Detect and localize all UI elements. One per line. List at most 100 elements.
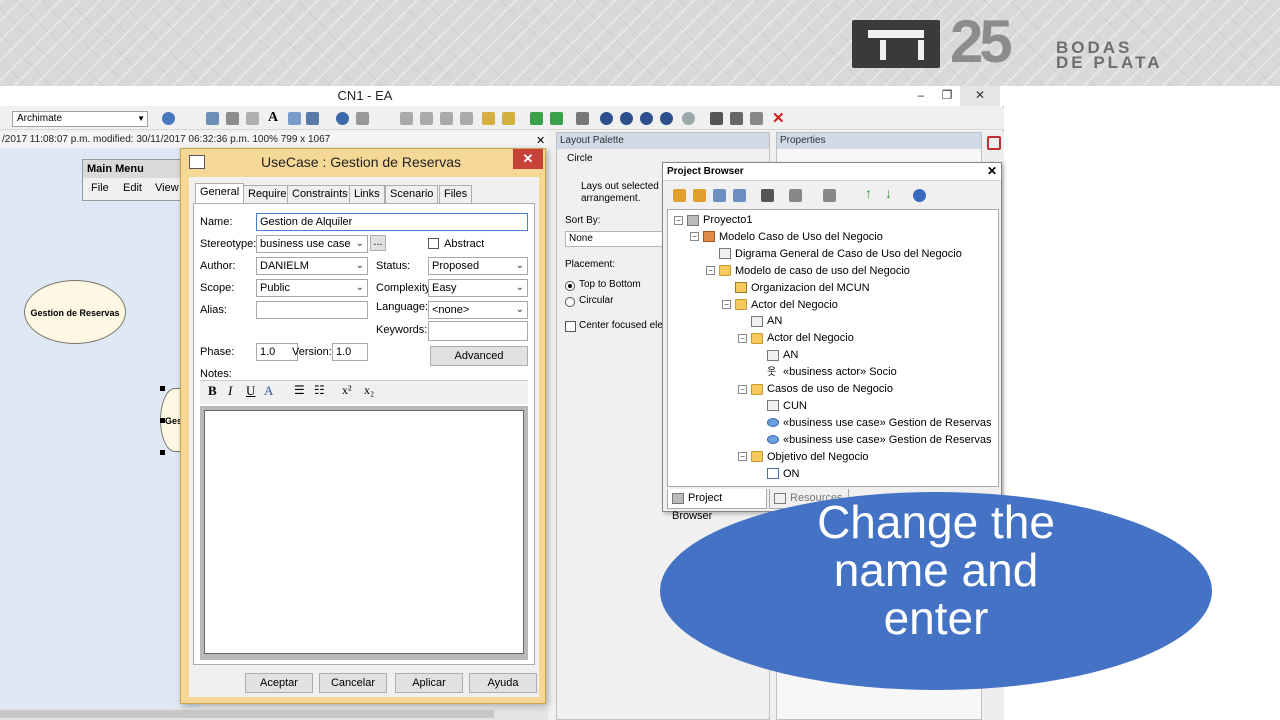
collapse-toggle-icon[interactable]: − bbox=[706, 266, 715, 276]
collapse-toggle-icon[interactable]: − bbox=[722, 300, 731, 310]
print-icon[interactable] bbox=[576, 112, 589, 125]
superscript-icon[interactable]: x² bbox=[342, 383, 352, 398]
tree-item[interactable]: ON bbox=[754, 466, 800, 482]
version-input[interactable]: 1.0 bbox=[332, 343, 368, 361]
subscript-icon[interactable]: x₂ bbox=[364, 383, 374, 398]
horizontal-scrollbar[interactable] bbox=[0, 708, 548, 720]
view-icon[interactable] bbox=[823, 189, 836, 202]
tab-scenario[interactable]: Scenario bbox=[385, 185, 439, 203]
group-icon-1[interactable] bbox=[482, 112, 495, 125]
technology-select[interactable]: Archimate ▼ bbox=[12, 111, 148, 127]
alias-input[interactable] bbox=[256, 301, 368, 319]
new-model-icon[interactable] bbox=[673, 189, 686, 202]
zoom-fit-icon[interactable] bbox=[660, 112, 673, 125]
italic-icon[interactable]: I bbox=[228, 383, 232, 399]
tab-files[interactable]: Files bbox=[439, 185, 473, 203]
zoom-out-icon[interactable] bbox=[620, 112, 633, 125]
zoom-normal-icon[interactable] bbox=[640, 112, 653, 125]
restore-button[interactable]: ❐ bbox=[932, 86, 962, 106]
tree-item[interactable]: AN bbox=[738, 313, 782, 329]
circular-radio[interactable] bbox=[565, 297, 575, 307]
tree-item[interactable]: «business use case» Gestion de Reservas bbox=[754, 415, 992, 431]
cancel-button[interactable]: Cancelar bbox=[319, 673, 387, 693]
tree-item[interactable]: Organizacion del MCUN bbox=[722, 280, 870, 296]
stereotype-select[interactable]: business use case ⌄ bbox=[256, 235, 368, 253]
project-browser-close-icon[interactable]: ✕ bbox=[987, 164, 997, 178]
forward-arrow-icon[interactable] bbox=[550, 112, 563, 125]
help-button[interactable]: Ayuda bbox=[469, 673, 537, 693]
edit-icon[interactable] bbox=[789, 189, 802, 202]
stereotype-ellipsis-button[interactable]: ... bbox=[370, 235, 386, 251]
selection-handle[interactable] bbox=[160, 418, 165, 423]
tree-item[interactable]: AN bbox=[754, 347, 798, 363]
tools-icon[interactable] bbox=[710, 112, 723, 125]
keywords-input[interactable] bbox=[428, 321, 528, 341]
abstract-checkbox[interactable] bbox=[428, 238, 439, 249]
align-icon-4[interactable] bbox=[460, 112, 473, 125]
collapse-toggle-icon[interactable]: − bbox=[738, 384, 747, 394]
search-icon[interactable] bbox=[761, 189, 774, 202]
tree-item[interactable]: − Proyecto1 bbox=[674, 212, 753, 228]
advanced-button[interactable]: Advanced bbox=[430, 346, 528, 366]
target-icon[interactable] bbox=[162, 112, 175, 125]
collapse-toggle-icon[interactable]: − bbox=[738, 333, 747, 343]
dialog-close-button[interactable]: ✕ bbox=[513, 149, 543, 169]
wand-icon[interactable] bbox=[750, 112, 763, 125]
menu-file[interactable]: File bbox=[91, 182, 109, 194]
globe-icon[interactable] bbox=[336, 112, 349, 125]
tree-item[interactable]: − Actor del Negocio bbox=[738, 330, 854, 346]
tree-item[interactable]: «business use case» Gestion de Reservas bbox=[754, 432, 992, 448]
align-icon-3[interactable] bbox=[440, 112, 453, 125]
usecase-element[interactable]: Gestion de Reservas bbox=[24, 280, 126, 344]
tab-links[interactable]: Links bbox=[349, 185, 385, 203]
toolbar-icon-4[interactable] bbox=[288, 112, 301, 125]
tree-item[interactable]: − Modelo Caso de Uso del Negocio bbox=[690, 229, 883, 245]
menu-view[interactable]: View bbox=[155, 182, 179, 194]
tree-item[interactable]: − Modelo de caso de uso del Negocio bbox=[706, 263, 910, 279]
bullet-list-icon[interactable]: ☰ bbox=[294, 383, 305, 398]
settings-icon[interactable] bbox=[730, 112, 743, 125]
apply-button[interactable]: Aplicar bbox=[395, 673, 463, 693]
tree-item[interactable]: 웃 «business actor» Socio bbox=[754, 364, 897, 380]
target-icon[interactable] bbox=[913, 189, 926, 202]
status-select[interactable]: Proposed ⌄ bbox=[428, 257, 528, 275]
menu-edit[interactable]: Edit bbox=[123, 182, 142, 194]
numbered-list-icon[interactable]: ☷ bbox=[314, 383, 325, 398]
collapse-toggle-icon[interactable]: − bbox=[738, 452, 747, 462]
ok-button[interactable]: Aceptar bbox=[245, 673, 313, 693]
name-input[interactable]: Gestion de Alquiler bbox=[256, 213, 528, 231]
complexity-select[interactable]: Easy ⌄ bbox=[428, 279, 528, 297]
language-select[interactable]: <none> ⌄ bbox=[428, 301, 528, 319]
tab-project-browser[interactable]: Project Browser bbox=[667, 489, 767, 522]
layout-type-combo[interactable]: Circle bbox=[567, 153, 667, 167]
bold-icon[interactable]: B bbox=[208, 383, 217, 399]
new-diagram-icon[interactable] bbox=[713, 189, 726, 202]
move-down-icon[interactable]: ↓ bbox=[885, 185, 892, 201]
selection-handle[interactable] bbox=[160, 386, 165, 391]
close-button[interactable]: ✕ bbox=[960, 86, 1000, 106]
tab-require[interactable]: Require bbox=[243, 185, 292, 203]
toolbar-icon-2[interactable] bbox=[226, 112, 239, 125]
collapse-toggle-icon[interactable]: − bbox=[674, 215, 683, 225]
top-to-bottom-radio[interactable] bbox=[565, 281, 575, 291]
sort-by-select[interactable]: None bbox=[565, 231, 675, 247]
tree-item[interactable]: − Actor del Negocio bbox=[722, 297, 838, 313]
tab-constraints[interactable]: Constraints bbox=[287, 185, 353, 203]
group-icon-2[interactable] bbox=[502, 112, 515, 125]
bookmark-icon[interactable] bbox=[987, 136, 1001, 150]
delete-icon[interactable]: ✕ bbox=[772, 109, 785, 127]
collapse-toggle-icon[interactable]: − bbox=[690, 232, 699, 242]
align-icon-2[interactable] bbox=[420, 112, 433, 125]
notes-textarea[interactable] bbox=[204, 410, 524, 654]
author-select[interactable]: DANIELM ⌄ bbox=[256, 257, 368, 275]
toolbar-icon-1[interactable] bbox=[206, 112, 219, 125]
tree-item[interactable]: CUN bbox=[754, 398, 807, 414]
tree-item[interactable]: − Casos de uso de Negocio bbox=[738, 381, 893, 397]
move-up-icon[interactable]: ↑ bbox=[865, 185, 872, 201]
tree-item[interactable]: Digrama General de Caso de Uso del Negoc… bbox=[706, 246, 962, 262]
underline-icon[interactable]: U bbox=[246, 383, 255, 399]
selection-handle[interactable] bbox=[160, 450, 165, 455]
line-icon[interactable] bbox=[356, 112, 369, 125]
scrollbar-thumb[interactable] bbox=[0, 710, 494, 718]
scope-select[interactable]: Public ⌄ bbox=[256, 279, 368, 297]
